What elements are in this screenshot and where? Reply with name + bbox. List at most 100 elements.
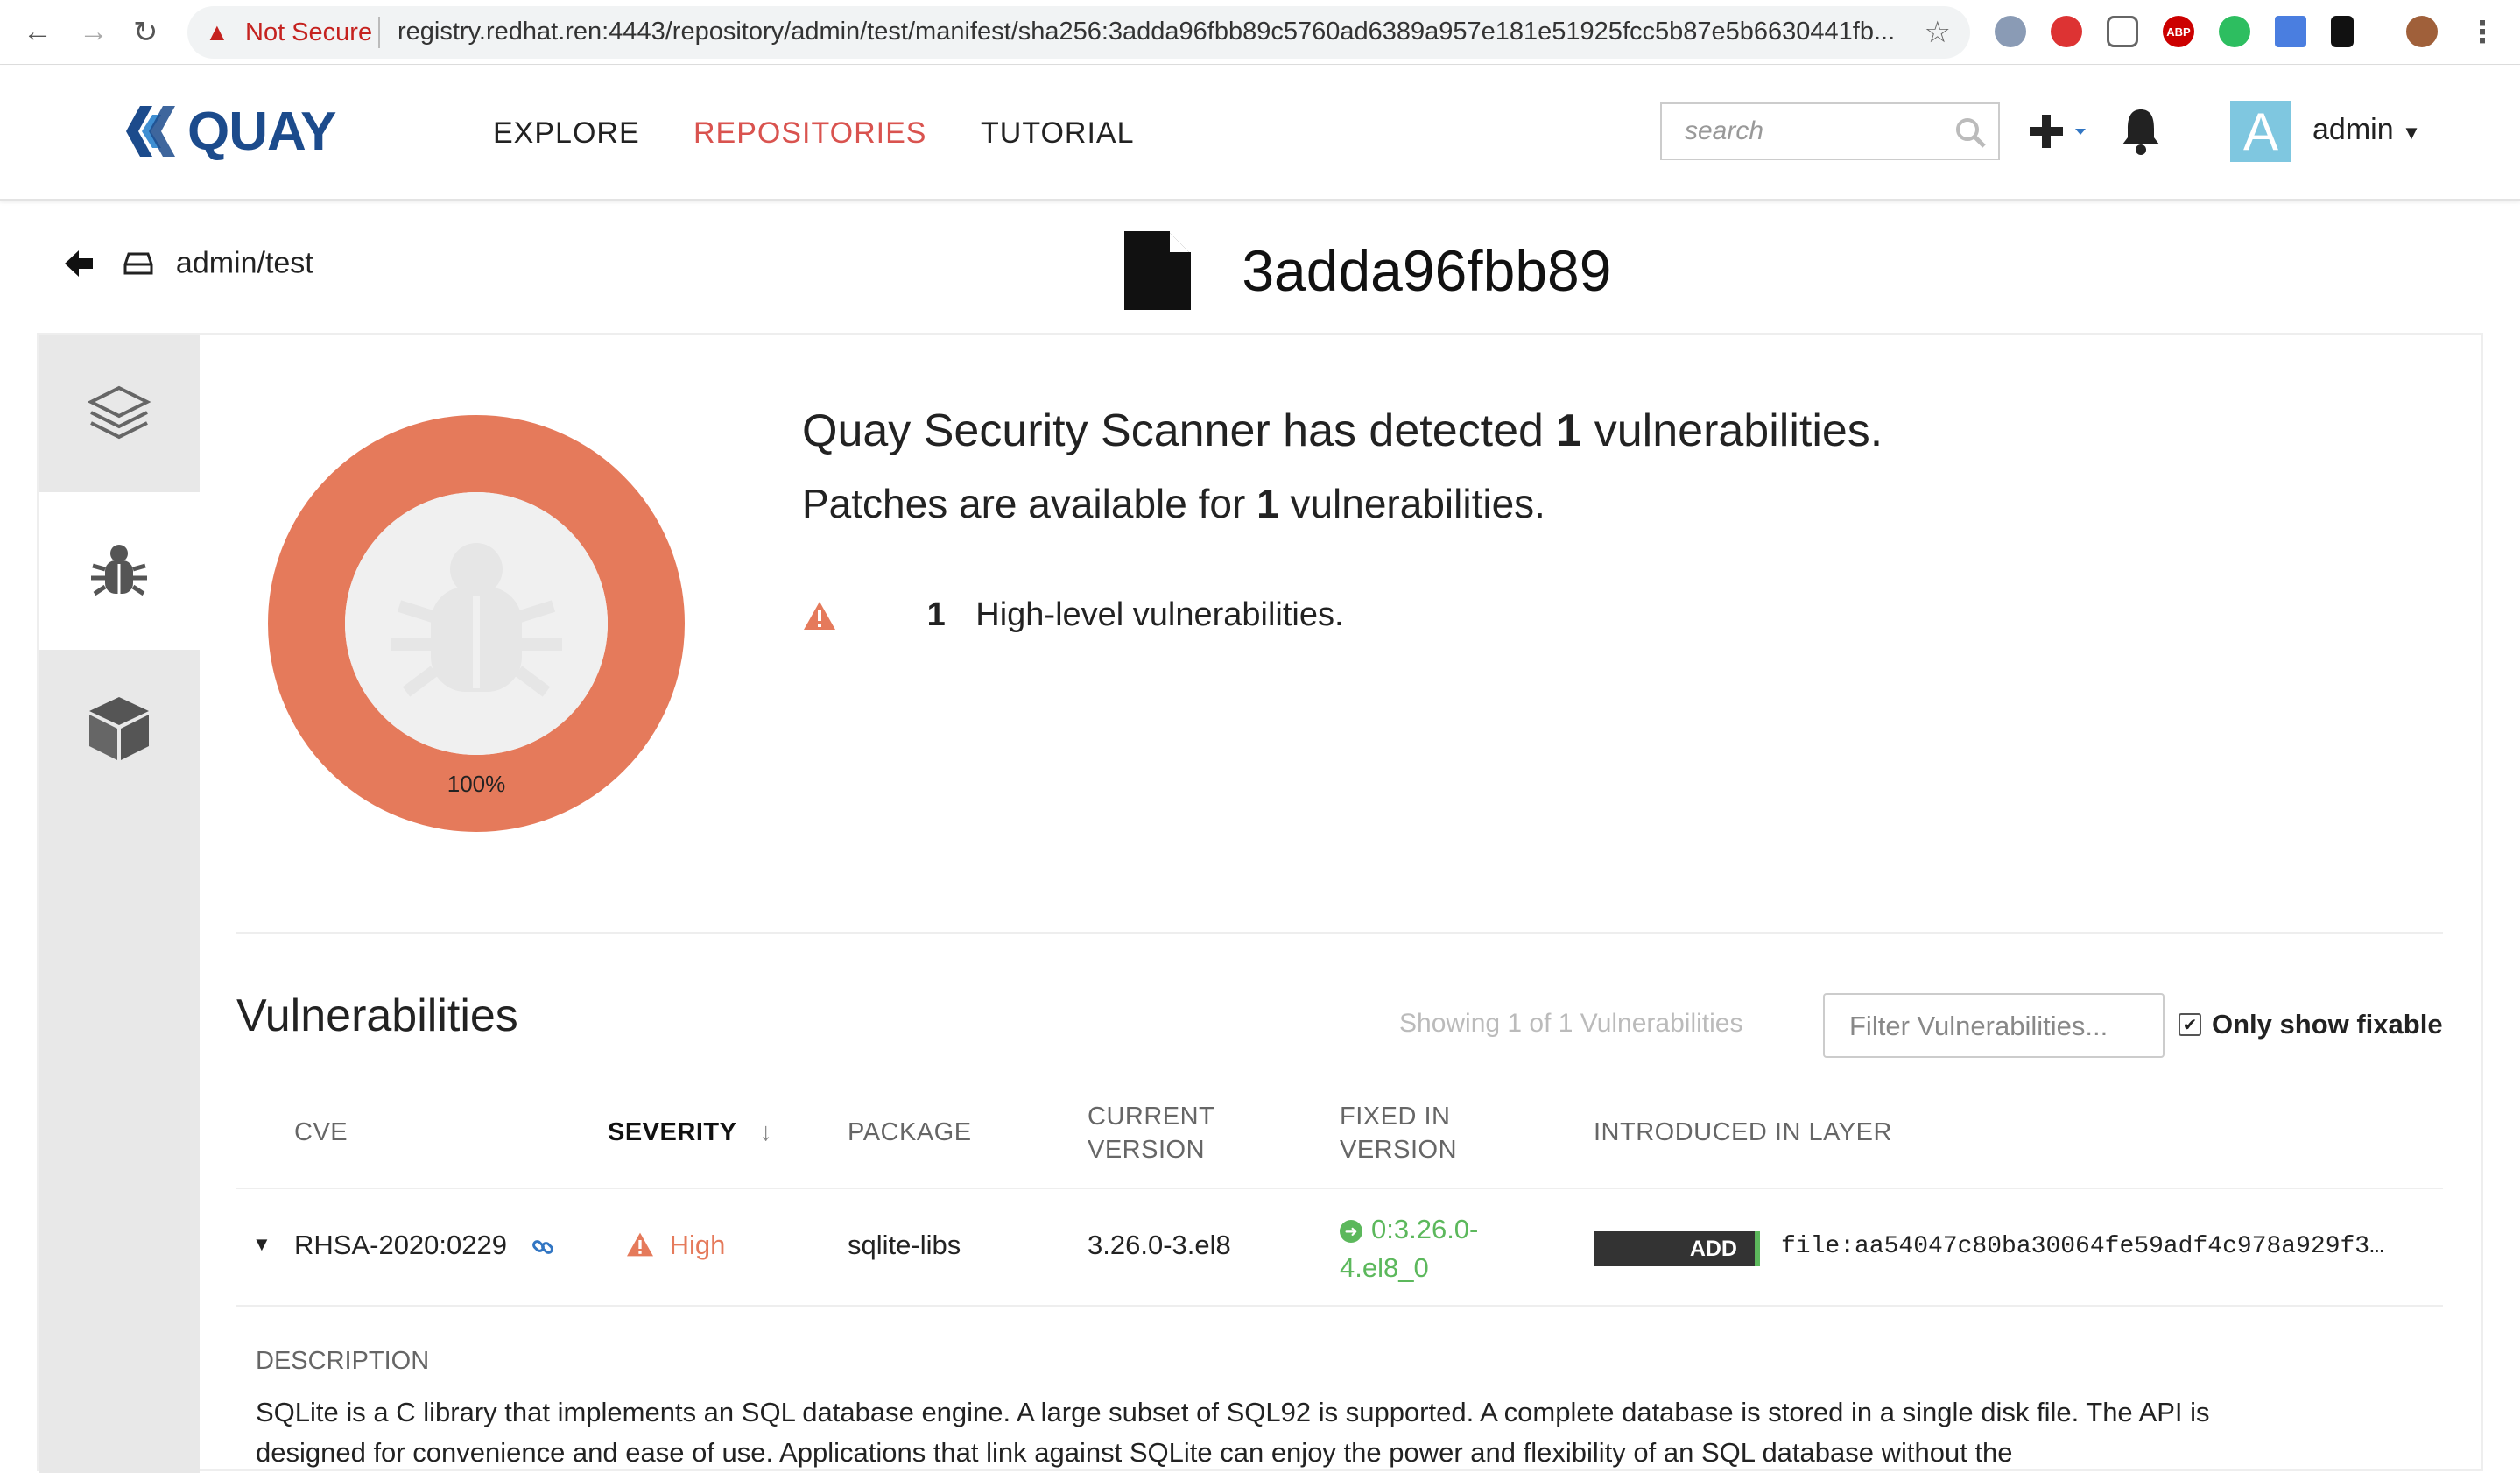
fixed-in-version: ➜ 0:3.26.0- 4.el8_0: [1340, 1210, 1478, 1287]
severity-cell: High: [625, 1230, 725, 1261]
browser-toolbar: ← → ↻ ▲ Not Secure registry.redhat.ren:4…: [0, 0, 2520, 65]
divider: [236, 1305, 2443, 1307]
nav-explore[interactable]: EXPLORE: [493, 116, 640, 151]
patch-count: 1: [1256, 481, 1279, 526]
showing-count: Showing 1 of 1 Vulnerabilities: [1399, 1009, 1743, 1038]
only-fixable-label: Only show fixable: [2212, 1009, 2443, 1040]
high-level-label: High-level vulnerabilities.: [975, 596, 1344, 634]
column-header-layer[interactable]: INTRODUCED IN LAYER: [1594, 1116, 1892, 1149]
vulnerability-donut-chart: 100%: [268, 415, 685, 832]
extension-icon[interactable]: [2051, 16, 2082, 47]
summary-text: vulnerabilities.: [1278, 481, 1545, 526]
manifest-digest: 3adda96fbb89: [1242, 238, 1612, 303]
evernote-icon[interactable]: [2219, 16, 2250, 47]
side-tabs: [39, 335, 200, 1473]
section-title: Vulnerabilities: [236, 990, 518, 1041]
severity-value: High: [669, 1230, 726, 1260]
expand-caret-icon[interactable]: ▼: [252, 1233, 271, 1256]
tab-security-scan[interactable]: [39, 492, 200, 650]
address-bar[interactable]: ▲ Not Secure registry.redhat.ren:4443/re…: [187, 6, 1970, 59]
divider: [236, 932, 2443, 934]
checkbox-checked-icon[interactable]: ✔: [2179, 1013, 2201, 1036]
package-icon: [89, 697, 149, 760]
search-icon[interactable]: [1954, 116, 1988, 150]
current-version: 3.26.0-3.el8: [1088, 1230, 1231, 1260]
patch-summary: Patches are available for 1 vulnerabilit…: [802, 480, 1545, 527]
divider: [378, 17, 380, 48]
tab-packages[interactable]: [39, 650, 200, 807]
create-new-icon[interactable]: [2030, 111, 2091, 150]
page-title: 3adda96fbb89: [1124, 231, 1611, 310]
search-placeholder: search: [1685, 116, 1764, 145]
column-header-severity[interactable]: SEVERITY ↓: [608, 1116, 772, 1149]
nav-tutorial[interactable]: TUTORIAL: [981, 116, 1135, 151]
link-icon[interactable]: [531, 1235, 555, 1259]
user-menu[interactable]: admin ▼: [2312, 113, 2421, 147]
summary-text: Quay Security Scanner has detected: [802, 405, 1557, 456]
repository-icon: [123, 252, 153, 275]
layer-command-badge: ADD: [1594, 1231, 1760, 1266]
description-text: SQLite is a C library that implements an…: [256, 1397, 2210, 1468]
warning-icon: [804, 601, 835, 630]
back-arrow-icon[interactable]: ←: [23, 15, 53, 49]
back-arrow-icon[interactable]: [63, 249, 96, 278]
brand-name: QUAY: [187, 101, 336, 162]
breadcrumb-repo[interactable]: admin/test: [176, 247, 313, 280]
caret-down-icon: ▼: [2402, 122, 2421, 144]
only-fixable-checkbox[interactable]: ✔ Only show fixable: [2179, 1009, 2443, 1040]
fixed-version-line: 4.el8_0: [1340, 1252, 1429, 1283]
header-line: CURRENT: [1088, 1103, 1215, 1131]
header-line: VERSION: [1088, 1136, 1206, 1164]
url-text[interactable]: registry.redhat.ren:4443/repository/admi…: [398, 18, 1904, 46]
column-header-package[interactable]: PACKAGE: [848, 1116, 972, 1149]
high-count: 1: [926, 596, 946, 634]
severity-breakdown: 1 High-level vulnerabilities.: [802, 596, 1344, 634]
quay-logo[interactable]: QUAY: [123, 101, 336, 162]
warning-icon: ▲: [205, 18, 229, 46]
column-header-fixed-in[interactable]: FIXED IN VERSION: [1340, 1100, 1457, 1166]
column-header-cve[interactable]: CVE: [294, 1116, 348, 1149]
bookmark-star-icon[interactable]: ☆: [1925, 15, 1951, 50]
vuln-count: 1: [1556, 405, 1582, 456]
column-header-current-version[interactable]: CURRENT VERSION: [1088, 1100, 1214, 1166]
scan-summary: Quay Security Scanner has detected 1 vul…: [802, 405, 1883, 457]
file-icon: [1124, 231, 1191, 310]
adblock-icon[interactable]: ABP: [2163, 16, 2194, 47]
header-line: VERSION: [1340, 1136, 1458, 1164]
description-label: DESCRIPTION: [256, 1347, 430, 1375]
reload-icon[interactable]: ↻: [133, 15, 158, 50]
layer-digest: file:aa54047c80ba30064fe59adf4c978a929f3…: [1781, 1233, 2384, 1260]
donut-percent-label: 100%: [447, 771, 506, 797]
search-input[interactable]: search: [1660, 102, 2000, 160]
filter-placeholder: Filter Vulnerabilities...: [1849, 1011, 2108, 1041]
package-name: sqlite-libs: [848, 1230, 961, 1260]
lock-icon[interactable]: [2331, 16, 2354, 47]
translate-icon[interactable]: [2275, 16, 2306, 47]
sort-down-icon: ↓: [759, 1118, 773, 1146]
arrow-circle-right-icon: ➜: [1340, 1220, 1362, 1243]
layers-icon: [88, 385, 151, 440]
security-label: Not Secure: [245, 18, 373, 46]
severity-header-label: SEVERITY: [608, 1118, 737, 1146]
tab-layers[interactable]: [39, 335, 200, 492]
quay-logo-icon: [126, 106, 175, 157]
app-header: QUAY EXPLORE REPOSITORIES TUTORIAL searc…: [0, 66, 2520, 201]
header-line: FIXED IN: [1340, 1103, 1451, 1131]
username: admin: [2312, 113, 2394, 146]
bug-icon: [91, 545, 147, 596]
fixed-version-line: 0:3.26.0-: [1371, 1214, 1479, 1244]
forward-arrow-icon[interactable]: →: [79, 15, 109, 49]
summary-text: Patches are available for: [802, 481, 1257, 526]
cve-id[interactable]: RHSA-2020:0229: [294, 1230, 507, 1261]
extension-icon[interactable]: [1995, 16, 2026, 47]
avatar[interactable]: A: [2230, 101, 2291, 162]
profile-avatar-icon[interactable]: [2406, 16, 2438, 47]
notifications-bell-icon[interactable]: [2119, 106, 2163, 155]
breadcrumb[interactable]: admin/test: [63, 245, 313, 281]
nav-repositories[interactable]: REPOSITORIES: [693, 116, 926, 151]
more-menu-icon[interactable]: ⋮: [2467, 15, 2497, 50]
filter-vulnerabilities-input[interactable]: Filter Vulnerabilities...: [1823, 993, 2165, 1058]
divider: [236, 1188, 2443, 1189]
pocket-icon[interactable]: [2107, 16, 2138, 47]
warning-icon: [627, 1232, 653, 1257]
